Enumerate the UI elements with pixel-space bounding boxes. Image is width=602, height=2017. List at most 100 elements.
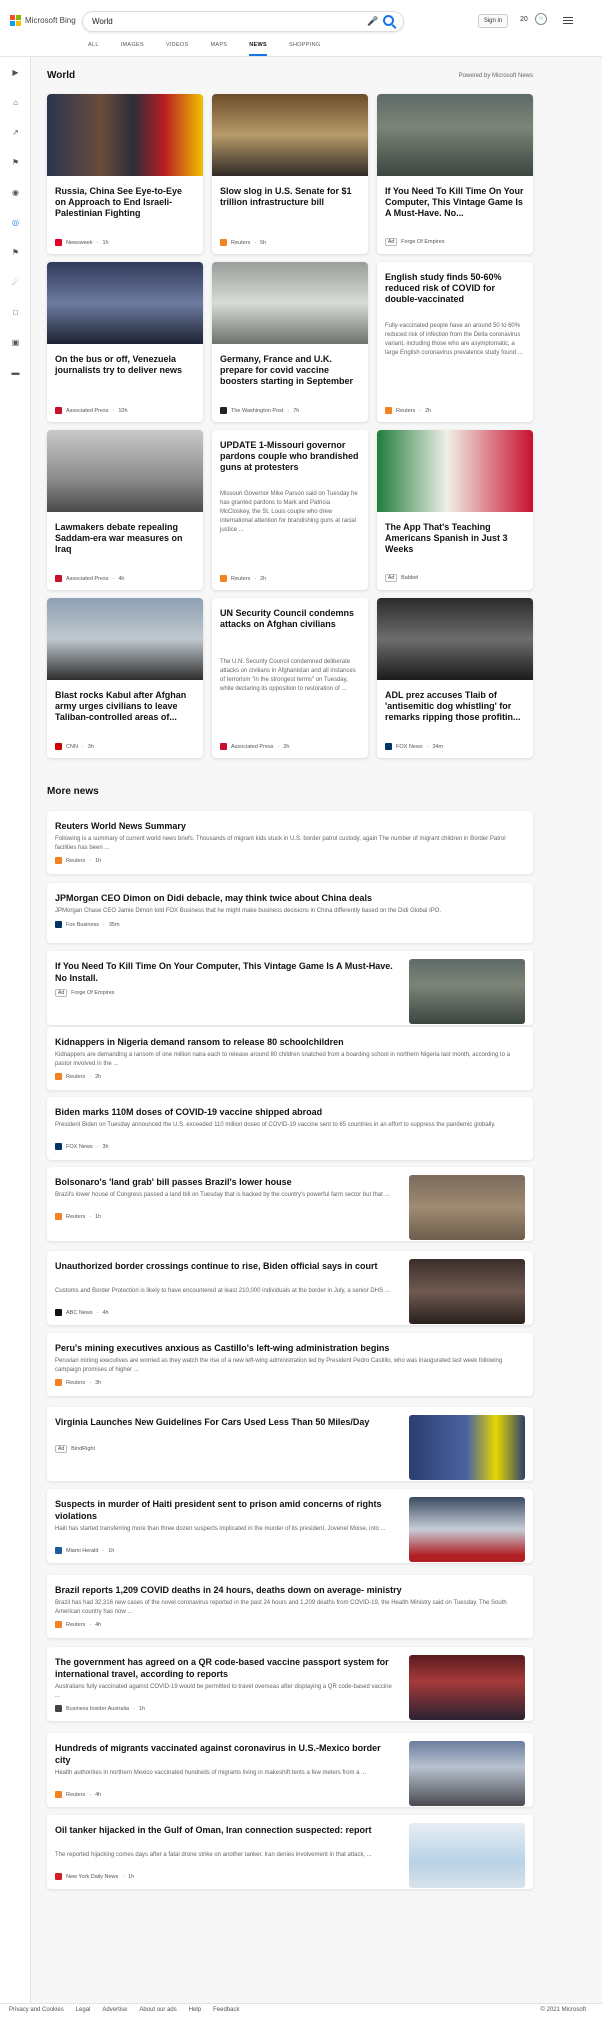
computer-icon[interactable]: □ [11, 308, 20, 317]
expand-icon[interactable]: ▶ [11, 68, 20, 77]
news-title[interactable]: The App That's Teaching Americans Spanis… [385, 522, 525, 555]
news-image[interactable] [47, 430, 203, 512]
source-name[interactable]: Associated Press [66, 408, 109, 414]
news-image[interactable] [47, 598, 203, 680]
search-box[interactable]: World 🎤 [82, 11, 404, 32]
news-row[interactable]: Reuters World News Summary Following is a… [47, 811, 533, 874]
news-title[interactable]: JPMorgan CEO Dimon on Didi debacle, may … [55, 892, 515, 904]
rewards-trophy-icon[interactable]: ☆ [535, 13, 547, 25]
news-title[interactable]: Suspects in murder of Haiti president se… [55, 1498, 395, 1522]
trending-icon[interactable]: ↗ [11, 128, 20, 137]
news-card[interactable]: English study finds 50-60% reduced risk … [377, 262, 533, 422]
news-title[interactable]: Brazil reports 1,209 COVID deaths in 24 … [55, 1584, 515, 1596]
news-row[interactable]: Brazil reports 1,209 COVID deaths in 24 … [47, 1575, 533, 1638]
news-thumbnail[interactable] [409, 1259, 525, 1324]
flag-icon[interactable]: ⚑ [11, 158, 20, 167]
location-icon[interactable]: ◉ [11, 188, 20, 197]
news-title[interactable]: Bolsonaro's 'land grab' bill passes Braz… [55, 1176, 395, 1188]
news-title[interactable]: Hundreds of migrants vaccinated against … [55, 1742, 395, 1766]
footer-link[interactable]: Legal [76, 2007, 91, 2013]
news-title[interactable]: Unauthorized border crossings continue t… [55, 1260, 395, 1272]
source-name[interactable]: Forge Of Empires [401, 239, 444, 245]
news-image[interactable] [212, 262, 368, 344]
source-name[interactable]: Fox Business [66, 922, 99, 928]
news-row[interactable]: If You Need To Kill Time On Your Compute… [47, 951, 533, 1025]
tab-news[interactable]: NEWS [249, 40, 267, 56]
search-input[interactable]: World [92, 17, 113, 26]
search-icon[interactable] [383, 15, 394, 26]
news-image[interactable] [377, 94, 533, 176]
news-row[interactable]: Virginia Launches New Guidelines For Car… [47, 1407, 533, 1481]
news-title[interactable]: UPDATE 1-Missouri governor pardons coupl… [220, 440, 360, 473]
news-title[interactable]: Blast rocks Kabul after Afghan army urge… [55, 690, 195, 723]
news-row[interactable]: Bolsonaro's 'land grab' bill passes Braz… [47, 1167, 533, 1241]
tab-all[interactable]: ALL [88, 40, 99, 50]
tab-videos[interactable]: VIDEOS [166, 40, 189, 50]
source-name[interactable]: Reuters [66, 1792, 85, 1798]
news-card[interactable]: On the bus or off, Venezuela journalists… [47, 262, 203, 422]
news-title[interactable]: Slow slog in U.S. Senate for $1 trillion… [220, 186, 360, 208]
news-row[interactable]: Hundreds of migrants vaccinated against … [47, 1733, 533, 1807]
news-card[interactable]: UPDATE 1-Missouri governor pardons coupl… [212, 430, 368, 590]
source-name[interactable]: FOX News [66, 1144, 93, 1150]
footer-link[interactable]: Privacy and Cookies [9, 2007, 64, 2013]
science-icon[interactable]: ☄ [11, 278, 20, 287]
news-row[interactable]: Oil tanker hijacked in the Gulf of Oman,… [47, 1815, 533, 1889]
microphone-icon[interactable]: 🎤 [367, 16, 378, 28]
news-row[interactable]: Biden marks 110M doses of COVID-19 vacci… [47, 1097, 533, 1160]
news-thumbnail[interactable] [409, 1655, 525, 1720]
source-name[interactable]: ABC News [66, 1310, 93, 1316]
news-title[interactable]: If You Need To Kill Time On Your Compute… [55, 960, 395, 984]
news-title[interactable]: ADL prez accuses Tlaib of 'antisemitic d… [385, 690, 525, 723]
news-title[interactable]: Reuters World News Summary [55, 820, 515, 832]
news-title[interactable]: Russia, China See Eye-to-Eye on Approach… [55, 186, 195, 219]
rewards-points[interactable]: 20 [520, 16, 528, 23]
building-icon[interactable]: ▣ [11, 338, 20, 347]
news-row[interactable]: Kidnappers in Nigeria demand ransom to r… [47, 1027, 533, 1090]
source-name[interactable]: Reuters [396, 408, 415, 414]
news-title[interactable]: If You Need To Kill Time On Your Compute… [385, 186, 525, 219]
news-thumbnail[interactable] [409, 1415, 525, 1480]
source-name[interactable]: BindRight [71, 1446, 95, 1452]
source-name[interactable]: CNN [66, 744, 78, 750]
source-name[interactable]: Associated Press [231, 744, 274, 750]
news-thumbnail[interactable] [409, 1741, 525, 1806]
source-name[interactable]: Miami Herald [66, 1548, 98, 1554]
source-name[interactable]: Forge Of Empires [71, 990, 114, 996]
news-thumbnail[interactable] [409, 1497, 525, 1562]
news-card[interactable]: ADL prez accuses Tlaib of 'antisemitic d… [377, 598, 533, 758]
footer-link[interactable]: Help [189, 2007, 201, 2013]
video-icon[interactable]: ▬ [11, 368, 20, 377]
source-name[interactable]: Reuters [66, 1380, 85, 1386]
source-name[interactable]: FOX News [396, 744, 423, 750]
menu-icon[interactable] [563, 17, 573, 26]
news-title[interactable]: Lawmakers debate repealing Saddam-era wa… [55, 522, 195, 555]
news-card[interactable]: If You Need To Kill Time On Your Compute… [377, 94, 533, 254]
footer-link[interactable]: Feedback [213, 2007, 239, 2013]
news-title[interactable]: Kidnappers in Nigeria demand ransom to r… [55, 1036, 515, 1048]
source-name[interactable]: Associated Press [66, 576, 109, 582]
news-image[interactable] [47, 262, 203, 344]
news-image[interactable] [212, 94, 368, 176]
news-row[interactable]: Peru's mining executives anxious as Cast… [47, 1333, 533, 1396]
news-card[interactable]: Blast rocks Kabul after Afghan army urge… [47, 598, 203, 758]
news-title[interactable]: Germany, France and U.K. prepare for cov… [220, 354, 360, 387]
news-row[interactable]: JPMorgan CEO Dimon on Didi debacle, may … [47, 883, 533, 943]
news-image[interactable] [377, 598, 533, 680]
news-thumbnail[interactable] [409, 959, 525, 1024]
globe-icon[interactable]: ◎ [11, 218, 20, 227]
source-name[interactable]: Reuters [66, 1622, 85, 1628]
tab-images[interactable]: IMAGES [121, 40, 144, 50]
news-card[interactable]: Germany, France and U.K. prepare for cov… [212, 262, 368, 422]
source-name[interactable]: Business Insider Australia [66, 1706, 129, 1712]
news-card[interactable]: UN Security Council condemns attacks on … [212, 598, 368, 758]
running-icon[interactable]: ⚑ [11, 248, 20, 257]
news-thumbnail[interactable] [409, 1823, 525, 1888]
news-title[interactable]: The government has agreed on a QR code-b… [55, 1656, 395, 1680]
source-name[interactable]: The Washington Post [231, 408, 283, 414]
news-title[interactable]: Virginia Launches New Guidelines For Car… [55, 1416, 395, 1428]
news-title[interactable]: UN Security Council condemns attacks on … [220, 608, 360, 630]
sign-in-button[interactable]: Sign in [478, 14, 508, 28]
news-image[interactable] [377, 430, 533, 512]
tab-shopping[interactable]: SHOPPING [289, 40, 320, 50]
